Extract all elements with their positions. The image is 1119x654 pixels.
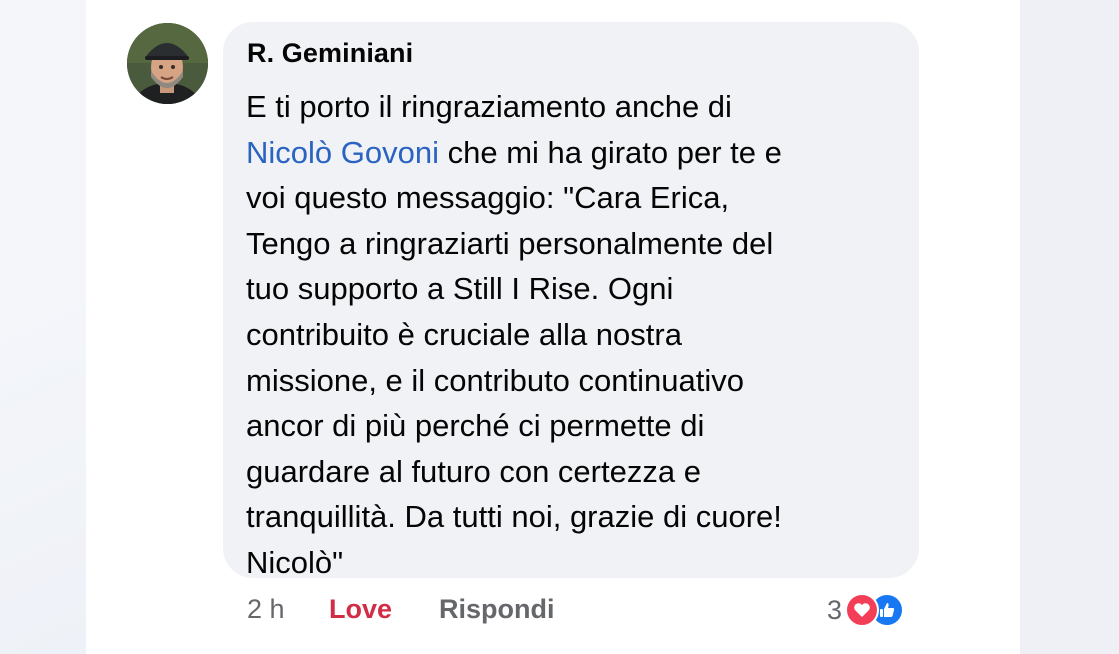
reaction-count: 3 [827,594,843,625]
mention-link[interactable]: Nicolò Govoni [246,135,439,170]
message-text: Tengo a ringraziarti personalmente del [246,225,774,261]
message-text: voi questo messaggio: "Cara Erica, [246,180,730,216]
message-line: Tengo a ringraziarti personalmente del [246,221,906,267]
message-line: tranquillità. Da tutti noi, grazie di cu… [246,494,906,540]
message-text: tranquillità. Da tutti noi, grazie di cu… [246,499,782,535]
message-text: contribuito è cruciale alla nostra [246,316,682,352]
message-line: tuo supporto a Still I Rise. Ogni [246,266,906,312]
heart-icon [845,593,880,627]
comment-message: E ti porto il ringraziamento anche di Nic… [246,84,906,586]
message-text: ancor di più perché ci permette di [246,408,705,444]
message-line: Nicolò Govoni che mi ha girato per te e [246,130,906,176]
message-text: Nicolò" [246,544,344,580]
message-text: E ti porto il ringraziamento anche di [246,89,732,124]
message-line: Nicolò" [246,540,906,586]
message-line: contribuito è cruciale alla nostra [246,312,906,358]
background-right [1020,0,1119,654]
message-text: guardare al futuro con certezza e [246,453,701,489]
reaction-summary[interactable]: 3 [827,592,905,628]
comment-author[interactable]: R. Geminiani [247,38,413,69]
message-text: tuo supporto a Still I Rise. Ogni [246,271,674,307]
message-line: E ti porto il ringraziamento anche di [246,84,906,130]
message-text: che mi ha girato per te e [438,134,782,170]
comment-timestamp[interactable]: 2 h [247,594,285,625]
message-line: voi questo messaggio: "Cara Erica, [246,175,906,221]
avatar[interactable] [127,23,208,104]
reply-button[interactable]: Rispondi [439,594,555,625]
message-line: guardare al futuro con certezza e [246,449,906,495]
message-line: ancor di più perché ci permette di [246,403,906,449]
love-button[interactable]: Love [329,594,392,625]
message-text: missione, e il contributo continuativo [246,362,744,398]
message-line: missione, e il contributo continuativo [246,358,906,404]
background-left-shape [0,300,86,654]
avatar-image [127,23,208,104]
